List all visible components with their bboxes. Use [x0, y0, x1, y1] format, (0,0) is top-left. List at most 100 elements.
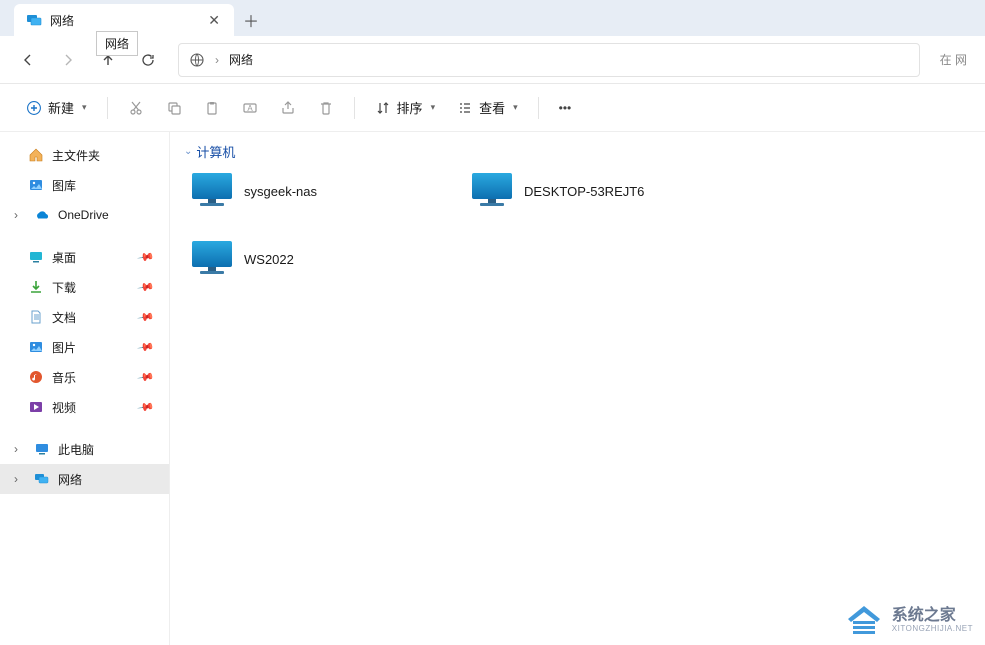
sidebar-item-videos[interactable]: 视频 📌 — [0, 392, 169, 422]
thispc-icon — [34, 441, 50, 457]
house-logo-icon — [844, 603, 884, 637]
toolbar-divider — [354, 97, 355, 119]
share-button[interactable] — [272, 91, 304, 125]
trash-icon — [318, 100, 334, 116]
sidebar-label: 桌面 — [52, 249, 76, 266]
watermark-title: 系统之家 — [892, 608, 973, 624]
sidebar-label: 图片 — [52, 339, 76, 356]
pin-icon: 📌 — [137, 368, 156, 387]
computer-icon — [190, 171, 234, 211]
watermark: 系统之家 XITONGZHIJIA.NET — [844, 603, 973, 637]
computer-item[interactable]: DESKTOP-53REJT6 — [464, 167, 724, 215]
address-bar[interactable]: › 网络 — [178, 43, 920, 77]
pin-icon: 📌 — [137, 248, 156, 267]
sidebar-item-documents[interactable]: 文档 📌 — [0, 302, 169, 332]
sort-button[interactable]: 排序 ▾ — [367, 91, 444, 125]
sidebar-label: 音乐 — [52, 369, 76, 386]
computer-items: sysgeek-nas DESKTOP-53REJT6 WS2022 — [184, 167, 971, 283]
copy-icon — [166, 100, 182, 116]
tab-close-button[interactable]: ✕ — [204, 10, 224, 31]
sidebar-label: 下载 — [52, 279, 76, 296]
download-icon — [28, 279, 44, 295]
toolbar-divider — [107, 97, 108, 119]
sidebar-label: 文档 — [52, 309, 76, 326]
paste-button[interactable] — [196, 91, 228, 125]
sidebar-item-music[interactable]: 音乐 📌 — [0, 362, 169, 392]
music-icon — [28, 369, 44, 385]
computer-item[interactable]: sysgeek-nas — [184, 167, 444, 215]
globe-icon — [189, 52, 205, 68]
toolbar: 新建 ▾ A 排序 ▾ 查看 ▾ ••• — [0, 84, 985, 132]
collapse-chevron-icon: ⌄ — [184, 146, 192, 157]
tab-bar: 网络 ✕ ＋ — [0, 0, 985, 36]
sidebar-item-onedrive[interactable]: OneDrive — [0, 200, 169, 230]
pin-icon: 📌 — [137, 308, 156, 327]
ellipsis-icon: ••• — [559, 101, 572, 115]
pin-icon: 📌 — [137, 278, 156, 297]
pictures-icon — [28, 339, 44, 355]
main-area: 主文件夹 图库 OneDrive 桌面 📌 下载 📌 文档 📌 图片 — [0, 132, 985, 645]
forward-button[interactable] — [50, 43, 86, 77]
sidebar-label: 主文件夹 — [52, 147, 100, 164]
document-icon — [28, 309, 44, 325]
search-hint[interactable]: 在 网 — [932, 51, 975, 68]
computer-label: sysgeek-nas — [244, 184, 317, 199]
toolbar-divider — [538, 97, 539, 119]
sidebar-item-desktop[interactable]: 桌面 📌 — [0, 242, 169, 272]
share-icon — [280, 100, 296, 116]
plus-circle-icon — [26, 100, 42, 116]
computer-icon — [470, 171, 514, 211]
tab-title: 网络 — [50, 12, 74, 29]
sidebar-item-home[interactable]: 主文件夹 — [0, 140, 169, 170]
home-icon — [28, 147, 44, 163]
view-icon — [457, 100, 473, 116]
view-button[interactable]: 查看 ▾ — [449, 91, 526, 125]
network-icon — [34, 471, 50, 487]
sidebar-label: OneDrive — [58, 208, 109, 222]
content-pane: ⌄ 计算机 sysgeek-nas DESKTOP-53REJT6 WS2022 — [170, 132, 985, 645]
cut-button[interactable] — [120, 91, 152, 125]
dropdown-chevron-icon: ▾ — [513, 102, 518, 113]
sidebar-label: 视频 — [52, 399, 76, 416]
computer-item[interactable]: WS2022 — [184, 235, 444, 283]
address-location[interactable]: 网络 — [229, 51, 253, 68]
rename-icon: A — [242, 100, 258, 116]
sort-icon — [375, 100, 391, 116]
sidebar-item-thispc[interactable]: 此电脑 — [0, 434, 169, 464]
sidebar-label: 图库 — [52, 177, 76, 194]
svg-text:A: A — [247, 104, 253, 113]
group-label: 计算机 — [196, 142, 235, 161]
gallery-icon — [28, 177, 44, 193]
watermark-sub: XITONGZHIJIA.NET — [892, 624, 973, 633]
breadcrumb-separator: › — [215, 53, 219, 67]
sidebar-item-network[interactable]: 网络 — [0, 464, 169, 494]
pin-icon: 📌 — [137, 338, 156, 357]
sidebar-item-downloads[interactable]: 下载 📌 — [0, 272, 169, 302]
cut-icon — [128, 100, 144, 116]
computer-label: WS2022 — [244, 252, 294, 267]
network-icon — [26, 12, 42, 28]
back-button[interactable] — [10, 43, 46, 77]
sidebar-label: 此电脑 — [58, 441, 94, 458]
sidebar-label: 网络 — [58, 471, 82, 488]
new-tab-button[interactable]: ＋ — [234, 4, 268, 36]
copy-button[interactable] — [158, 91, 190, 125]
more-button[interactable]: ••• — [551, 91, 580, 125]
delete-button[interactable] — [310, 91, 342, 125]
new-button[interactable]: 新建 ▾ — [18, 91, 95, 125]
onedrive-icon — [34, 207, 50, 223]
sidebar-item-gallery[interactable]: 图库 — [0, 170, 169, 200]
tab-tooltip: 网络 — [96, 31, 138, 56]
dropdown-chevron-icon: ▾ — [82, 102, 87, 113]
nav-row: › 网络 在 网 — [0, 36, 985, 84]
dropdown-chevron-icon: ▾ — [431, 102, 436, 113]
sidebar-item-pictures[interactable]: 图片 📌 — [0, 332, 169, 362]
rename-button[interactable]: A — [234, 91, 266, 125]
group-header-computers[interactable]: ⌄ 计算机 — [184, 142, 971, 161]
computer-label: DESKTOP-53REJT6 — [524, 184, 644, 199]
paste-icon — [204, 100, 220, 116]
computer-icon — [190, 239, 234, 279]
pin-icon: 📌 — [137, 398, 156, 417]
desktop-icon — [28, 249, 44, 265]
video-icon — [28, 399, 44, 415]
